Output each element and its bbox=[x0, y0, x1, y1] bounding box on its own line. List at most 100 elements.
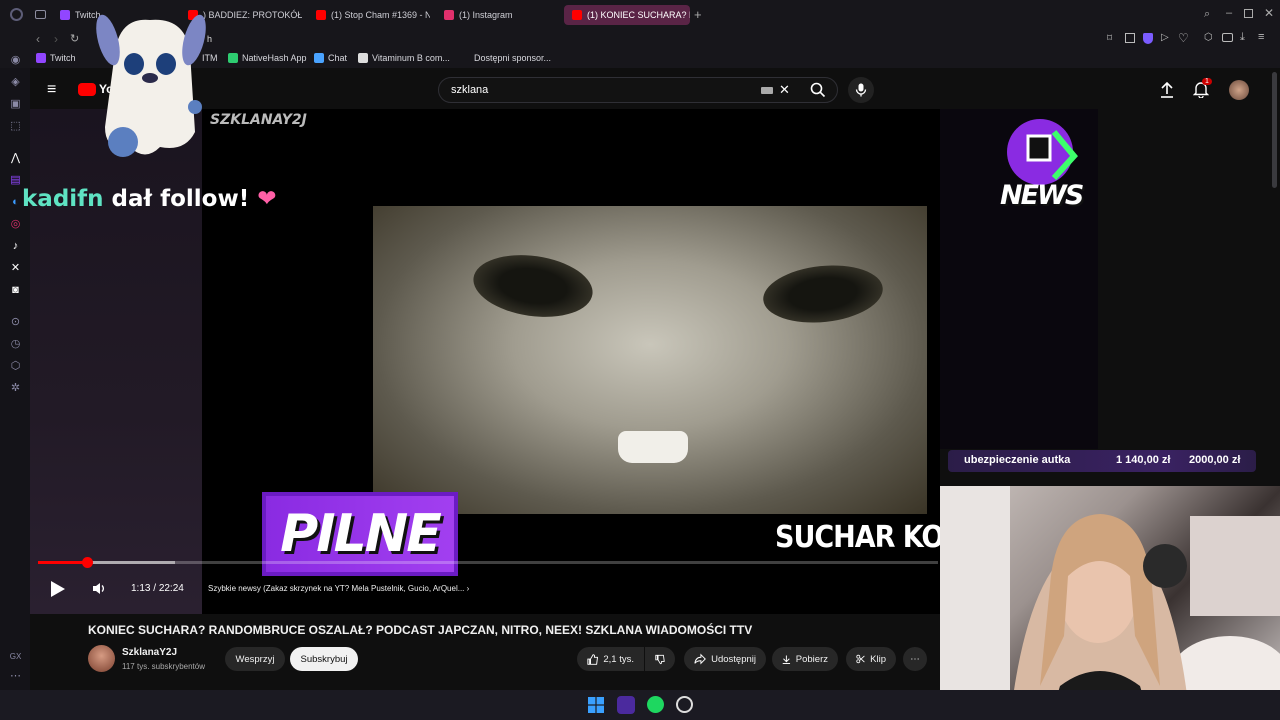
extensions-icon[interactable]: ⬡ bbox=[1204, 32, 1213, 43]
goal-label: ubezpieczenie autka bbox=[964, 454, 1071, 466]
sidebar-gx-icon[interactable]: GX bbox=[9, 650, 22, 663]
bookmark-vitaminum[interactable]: Vitaminum B com... bbox=[358, 53, 450, 63]
subscribe-label: Subskrybuj bbox=[300, 653, 348, 665]
sidebar-more-icon[interactable]: ⋯ bbox=[9, 670, 22, 683]
scissors-icon bbox=[856, 654, 865, 664]
subscribe-button[interactable]: Subskrybuj bbox=[290, 647, 358, 671]
volume-icon[interactable] bbox=[92, 582, 106, 595]
thumbs-up-icon bbox=[587, 653, 599, 665]
youtube-favicon-icon bbox=[572, 10, 582, 20]
voice-search-button[interactable] bbox=[848, 77, 874, 103]
play-icon[interactable] bbox=[50, 580, 66, 598]
sidebar-extension-icon[interactable]: ⬚ bbox=[9, 120, 22, 133]
download-icon[interactable]: ⤓ bbox=[1240, 31, 1245, 44]
tab-koniec-suchara[interactable]: (1) KONIEC SUCHARA? R bbox=[564, 5, 690, 25]
hamburger-menu-icon[interactable]: ≡ bbox=[47, 81, 56, 99]
sidebar-messenger-icon[interactable]: ◐ bbox=[9, 196, 22, 209]
video-title: KONIEC SUCHARA? RANDOMBRUCE OSZALAŁ? POD… bbox=[88, 623, 753, 637]
sidebar-arrow-icon[interactable]: ⋀ bbox=[9, 152, 22, 165]
chat-icon bbox=[314, 53, 324, 63]
dislike-button[interactable] bbox=[645, 647, 675, 671]
sidebar-twitch-icon[interactable]: ▤ bbox=[9, 174, 22, 187]
new-tab-icon[interactable]: + bbox=[694, 7, 702, 22]
search-input[interactable]: szklana ✕ bbox=[438, 77, 838, 103]
keyboard-icon[interactable] bbox=[761, 87, 773, 94]
sidebar-game-icon[interactable]: ▣ bbox=[9, 98, 22, 111]
notifications-button[interactable]: 1 bbox=[1192, 78, 1212, 103]
search-value: szklana bbox=[451, 84, 489, 96]
sidebar-cube-icon[interactable]: ⬡ bbox=[9, 360, 22, 373]
search-button[interactable] bbox=[800, 77, 836, 103]
nativehash-icon bbox=[228, 53, 238, 63]
stream-overlay-left-panel bbox=[30, 109, 202, 614]
chapter-title[interactable]: Szybkie newsy (Zakaz skrzynek na YT? Mel… bbox=[208, 584, 469, 593]
bookmark-nativehash[interactable]: NativeHash App bbox=[228, 53, 307, 63]
bookmark-page-icon[interactable]: ⌑ bbox=[1107, 33, 1112, 44]
forward-icon[interactable]: › bbox=[54, 32, 58, 46]
screenshot-icon[interactable] bbox=[1125, 33, 1135, 43]
page-scrollbar[interactable] bbox=[1272, 72, 1277, 188]
bookmark-sponsors[interactable]: Dostępni sponsor... bbox=[474, 53, 551, 63]
browser-logo-icon[interactable] bbox=[10, 8, 23, 21]
account-avatar[interactable] bbox=[1229, 80, 1249, 100]
channel-name[interactable]: SzklanaY2J bbox=[122, 647, 177, 658]
maximize-icon[interactable] bbox=[1244, 9, 1253, 18]
goal-target: 2000,00 zł bbox=[1189, 454, 1241, 466]
play-icon[interactable]: ▷ bbox=[1161, 32, 1169, 43]
news-badge-icon bbox=[1007, 119, 1078, 185]
search-tabs-icon[interactable]: ⌕ bbox=[1204, 8, 1210, 21]
sidebar-instagram-icon[interactable]: ◎ bbox=[9, 218, 22, 231]
back-icon[interactable]: ‹ bbox=[36, 32, 40, 46]
download-label: Pobierz bbox=[795, 653, 828, 665]
progress-bar[interactable] bbox=[38, 557, 938, 568]
spotify-icon[interactable] bbox=[647, 696, 664, 713]
menu-icon[interactable]: ≡ bbox=[1258, 31, 1264, 43]
duration: 22:24 bbox=[158, 583, 184, 594]
progress-scrubber[interactable] bbox=[81, 557, 93, 568]
tab-manager-icon[interactable] bbox=[35, 10, 46, 19]
sidebar-eye-icon[interactable]: ◉ bbox=[9, 54, 22, 67]
more-actions-button[interactable]: ⋯ bbox=[903, 647, 927, 671]
bookmark-twitch[interactable]: Twitch bbox=[36, 53, 76, 63]
tab-label: ) BADDIEZ: PROTOKÓŁ bbox=[203, 10, 302, 20]
share-icon bbox=[694, 653, 706, 665]
bookmark-label: NativeHash App bbox=[242, 53, 307, 63]
follow-nickname: kadifn bbox=[22, 186, 104, 212]
share-label: Udostępnij bbox=[711, 653, 756, 665]
favorites-heart-icon[interactable]: ♡ bbox=[1178, 31, 1189, 45]
news-text: NEWS bbox=[1000, 180, 1084, 211]
sidebar-x-icon[interactable]: ✕ bbox=[9, 262, 22, 275]
app-purple-icon[interactable] bbox=[617, 696, 635, 714]
microphone-icon bbox=[855, 83, 867, 97]
sidebar-settings-icon[interactable]: ✲ bbox=[9, 382, 22, 395]
sidebar-history-icon[interactable]: ◷ bbox=[9, 338, 22, 351]
windows-start-icon[interactable] bbox=[588, 697, 604, 713]
sidebar-tiktok-icon[interactable]: ♪ bbox=[9, 240, 22, 253]
bookmark-chat[interactable]: Chat bbox=[314, 53, 347, 63]
bookmark-label: Dostępni sponsor... bbox=[474, 53, 552, 63]
vpn-shield-icon[interactable] bbox=[1143, 33, 1153, 44]
channel-avatar[interactable] bbox=[88, 645, 115, 672]
sidebar-aria-icon[interactable]: ◈ bbox=[9, 76, 22, 89]
download-icon bbox=[782, 654, 791, 664]
sidebar-player-icon[interactable]: ⊙ bbox=[9, 316, 22, 329]
opera-gx-icon[interactable] bbox=[676, 696, 693, 713]
tab-instagram[interactable]: (1) Instagram bbox=[436, 5, 558, 25]
twitch-icon bbox=[36, 53, 46, 63]
clip-label: Klip bbox=[870, 653, 886, 665]
wallet-icon[interactable] bbox=[1222, 33, 1233, 42]
sidebar-discord-icon[interactable]: ◙ bbox=[9, 284, 22, 297]
share-button[interactable]: Udostępnij bbox=[684, 647, 766, 671]
search-icon bbox=[810, 82, 826, 98]
close-window-icon[interactable]: ✕ bbox=[1264, 6, 1274, 20]
reload-icon[interactable]: ↻ bbox=[70, 32, 79, 45]
instagram-favicon-icon bbox=[444, 10, 454, 20]
download-button[interactable]: Pobierz bbox=[772, 647, 838, 671]
clip-button[interactable]: Klip bbox=[846, 647, 896, 671]
clear-search-icon[interactable]: ✕ bbox=[779, 82, 790, 98]
support-button[interactable]: Wesprzyj bbox=[225, 647, 285, 671]
minimize-icon[interactable]: – bbox=[1226, 7, 1232, 19]
like-button[interactable]: 2,1 tys. bbox=[577, 647, 644, 671]
upload-button[interactable] bbox=[1160, 81, 1174, 103]
tab-stop-cham[interactable]: (1) Stop Cham #1369 - N bbox=[308, 5, 430, 25]
